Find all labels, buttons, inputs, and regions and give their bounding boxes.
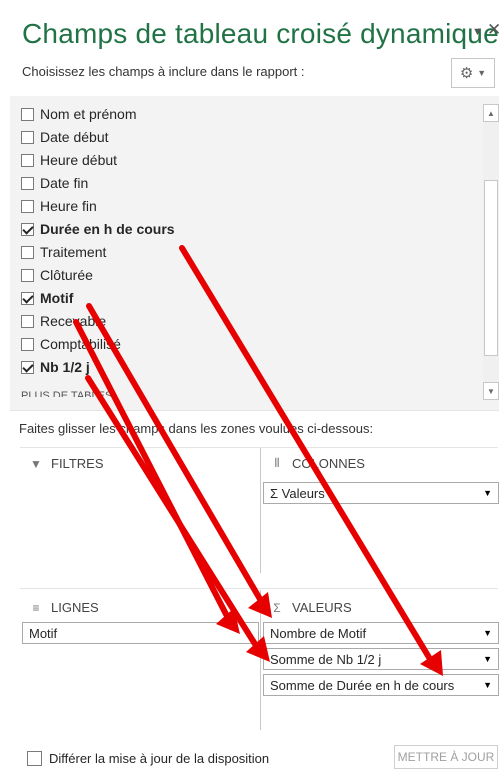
task-pane-options-icon[interactable]: ▼ <box>472 26 483 38</box>
rows-area-label: ≡ LIGNES <box>29 600 98 615</box>
checkbox[interactable] <box>21 153 34 167</box>
area-divider <box>260 590 261 730</box>
divider <box>10 410 499 411</box>
field-nb-demi-j[interactable]: Nb 1/2 j <box>21 356 90 378</box>
field-heure-fin[interactable]: Heure fin <box>21 195 97 217</box>
field-list-scrollbar[interactable]: ▲ ▼ <box>483 104 499 400</box>
field-nom-prenom[interactable]: Nom et prénom <box>21 103 136 125</box>
values-area-label: Σ VALEURS <box>270 600 351 615</box>
dropdown-arrow-icon[interactable]: ▼ <box>483 654 492 664</box>
field-cloturee[interactable]: Clôturée <box>21 264 93 286</box>
checkbox[interactable] <box>21 314 34 328</box>
panel-subtitle: Choisissez les champs à inclure dans le … <box>22 64 305 79</box>
values-item-somme-duree[interactable]: Somme de Durée en h de cours ▼ <box>263 674 499 696</box>
rows-item-motif[interactable]: Motif ▼ <box>22 622 259 644</box>
scroll-down-icon[interactable]: ▼ <box>483 382 499 400</box>
checkbox[interactable] <box>21 130 34 144</box>
scroll-track[interactable] <box>483 122 499 382</box>
checkbox[interactable] <box>21 268 34 282</box>
checkbox-checked[interactable] <box>21 291 34 305</box>
sigma-icon: Σ <box>273 600 281 615</box>
field-heure-debut[interactable]: Heure début <box>21 149 117 171</box>
gear-icon: ⚙ <box>459 65 474 82</box>
drag-instruction: Faites glisser les champs dans les zones… <box>19 421 374 436</box>
close-icon[interactable]: ✕ <box>487 20 501 40</box>
area-top-border <box>20 447 498 448</box>
checkbox[interactable] <box>21 107 34 121</box>
field-duree-h-cours[interactable]: Durée en h de cours <box>21 218 175 240</box>
checkbox[interactable] <box>21 199 34 213</box>
checkbox[interactable] <box>21 176 34 190</box>
defer-update-label: Différer la mise à jour de la dispositio… <box>49 751 270 766</box>
field-comptabilise[interactable]: Comptabilisé <box>21 333 121 355</box>
area-middle-border <box>20 588 498 589</box>
defer-update-checkbox[interactable] <box>27 751 42 766</box>
scroll-up-icon[interactable]: ▲ <box>483 104 499 122</box>
field-motif[interactable]: Motif <box>21 287 73 309</box>
chevron-down-icon: ▼ <box>477 68 487 78</box>
checkbox-checked[interactable] <box>21 222 34 236</box>
checkbox-checked[interactable] <box>21 360 34 374</box>
field-date-debut[interactable]: Date début <box>21 126 109 148</box>
dropdown-arrow-icon[interactable]: ▼ <box>243 628 252 638</box>
field-recevable[interactable]: Recevable <box>21 310 106 332</box>
dropdown-arrow-icon[interactable]: ▼ <box>483 628 492 638</box>
dropdown-arrow-icon[interactable]: ▼ <box>483 680 492 690</box>
filter-icon: ▼ <box>30 456 42 471</box>
checkbox[interactable] <box>21 245 34 259</box>
field-traitement[interactable]: Traitement <box>21 241 106 263</box>
columns-icon: ⦀ <box>274 456 280 470</box>
columns-area-label: ⦀ COLONNES <box>270 456 365 471</box>
columns-item-values[interactable]: Σ Valeurs ▼ <box>263 482 499 504</box>
checkbox[interactable] <box>21 337 34 351</box>
values-item-somme-nb-demi-j[interactable]: Somme de Nb 1/2 j ▼ <box>263 648 499 670</box>
rows-icon: ≡ <box>32 600 40 615</box>
filters-area-label: ▼ FILTRES <box>30 456 104 471</box>
dropdown-arrow-icon[interactable]: ▼ <box>483 488 492 498</box>
field-date-fin[interactable]: Date fin <box>21 172 88 194</box>
arrow-nb-to-values <box>85 375 263 655</box>
area-divider <box>260 448 261 573</box>
panel-title: Champs de tableau croisé dynamique <box>22 18 499 49</box>
values-item-nombre-motif[interactable]: Nombre de Motif ▼ <box>263 622 499 644</box>
tools-button[interactable]: ⚙ ▼ <box>451 58 495 88</box>
scroll-thumb[interactable] <box>484 180 498 356</box>
more-tables-link[interactable]: PLUS DE TABLES <box>21 387 112 397</box>
update-button[interactable]: METTRE À JOUR <box>394 745 498 769</box>
